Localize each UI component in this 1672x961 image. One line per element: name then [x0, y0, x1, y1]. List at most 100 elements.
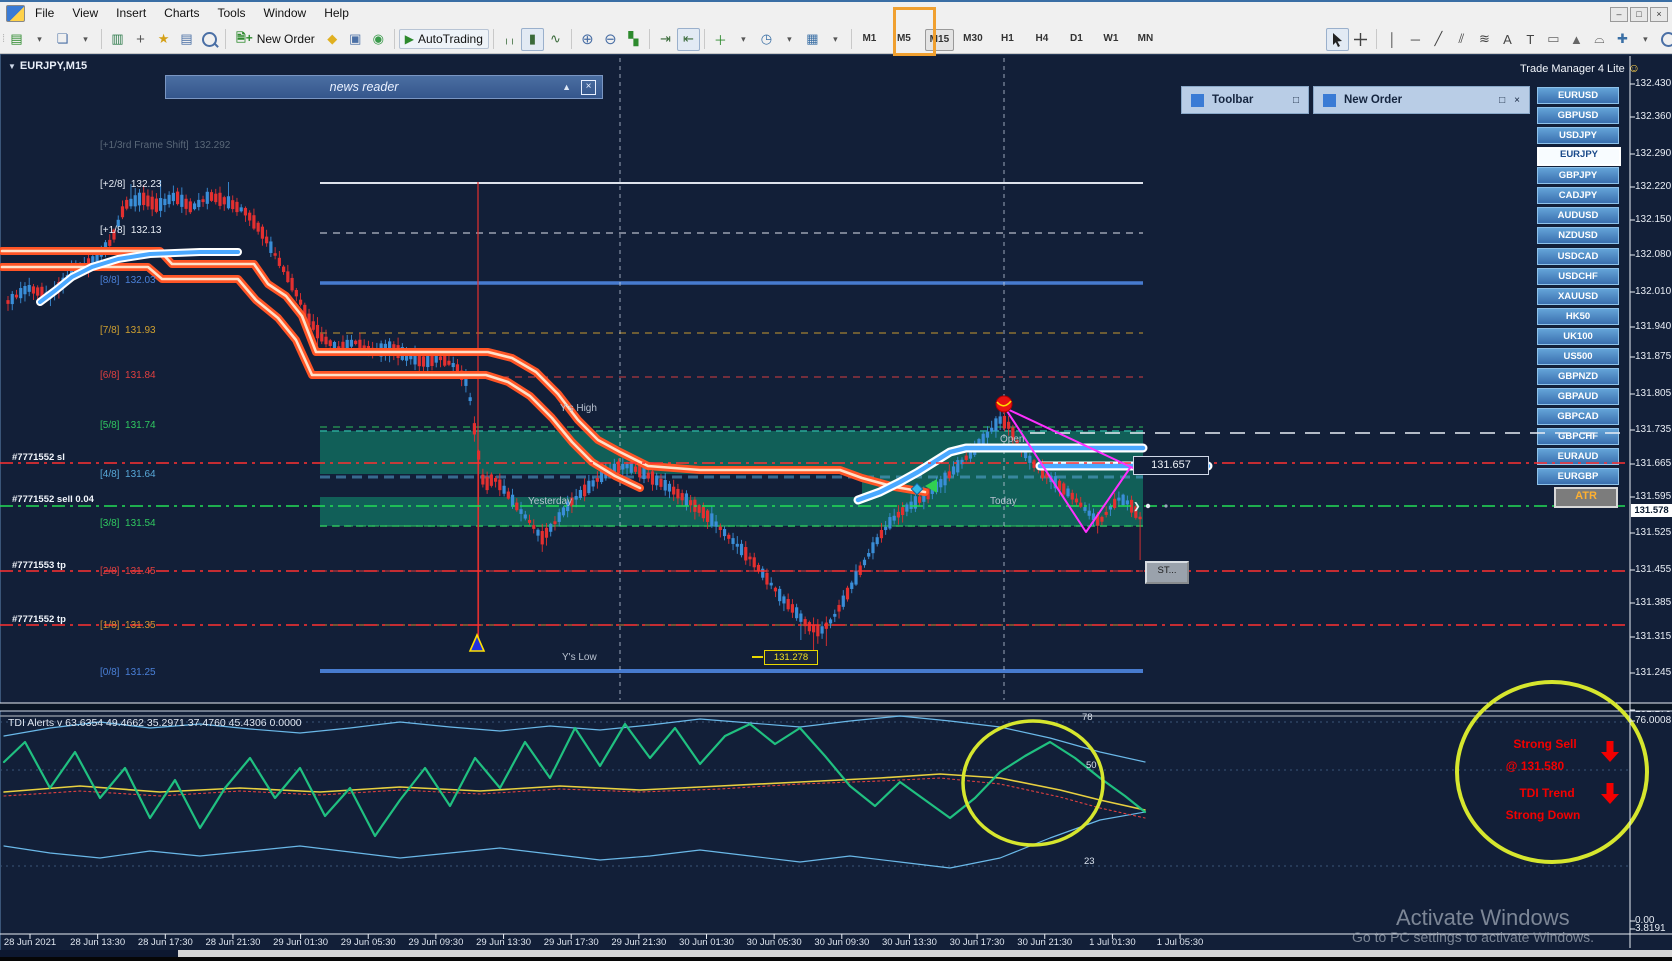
- trendline-icon[interactable]: ╱: [1427, 28, 1450, 51]
- profiles-icon[interactable]: ❏: [51, 28, 74, 51]
- new-chart-dropdown-icon[interactable]: ▾: [28, 28, 51, 51]
- menu-item-file[interactable]: File: [26, 2, 63, 20]
- timeframe-button-d1[interactable]: D1: [1063, 29, 1090, 49]
- expert-icon[interactable]: ▣: [344, 28, 367, 51]
- symbol-button-eurjpy[interactable]: EURJPY: [1537, 147, 1621, 167]
- symbol-button-gbpaud[interactable]: GBPAUD: [1537, 388, 1619, 406]
- navigator-icon[interactable]: ★: [152, 28, 175, 51]
- atr-button[interactable]: ATR: [1554, 487, 1618, 508]
- metaeditor-icon[interactable]: ◆: [321, 28, 344, 51]
- signal-strong-sell: Strong Sell: [1513, 737, 1577, 751]
- symbol-button-gbpusd[interactable]: GBPUSD: [1537, 107, 1619, 125]
- symbol-button-eurgbp[interactable]: EURGBP: [1537, 468, 1619, 486]
- zoom-in-icon[interactable]: ⊕: [576, 28, 599, 51]
- symbol-button-gbpchf[interactable]: GBPCHF: [1537, 428, 1619, 446]
- symbol-button-hk50[interactable]: HK50: [1537, 307, 1619, 325]
- periods-icon[interactable]: ◷: [755, 28, 778, 51]
- st-button[interactable]: ST...: [1145, 561, 1189, 584]
- fibo-fan-icon[interactable]: ⌓: [1588, 28, 1611, 51]
- cursor-icon[interactable]: [1325, 27, 1349, 51]
- line-chart-type-icon[interactable]: ∿: [544, 28, 567, 51]
- bar-chart-type-icon[interactable]: ╷╷: [498, 28, 521, 51]
- symbol-button-xauusd[interactable]: XAUUSD: [1537, 287, 1619, 305]
- data-window-icon[interactable]: +: [129, 28, 152, 51]
- watermark-line1: Activate Windows: [1396, 905, 1570, 930]
- fibonacci-icon[interactable]: ≋: [1473, 28, 1496, 51]
- symbol-button-usdchf[interactable]: USDCHF: [1537, 267, 1619, 285]
- menu-item-help[interactable]: Help: [315, 2, 358, 20]
- symbol-button-us500[interactable]: US500: [1537, 347, 1619, 365]
- autotrading-button[interactable]: ▶ AutoTrading: [398, 29, 489, 49]
- chart-shift-icon[interactable]: ⇤: [676, 27, 700, 51]
- terminal-icon[interactable]: ▤: [175, 28, 198, 51]
- yesterday-low-tick: [752, 656, 763, 658]
- symbol-button-eurusd[interactable]: EURUSD: [1537, 87, 1619, 104]
- candlestick-type-icon[interactable]: ▮: [520, 27, 544, 51]
- timeframe-button-m30[interactable]: M30: [959, 29, 986, 49]
- menu-item-window[interactable]: Window: [255, 2, 316, 20]
- chart-symbol-label[interactable]: ▼ EURJPY,M15: [8, 60, 87, 72]
- news-reader-panel[interactable]: news reader ▲ ×: [165, 75, 603, 99]
- tile-windows-icon[interactable]: ▚: [622, 28, 645, 51]
- strategy-tester-icon[interactable]: [198, 28, 221, 51]
- arrows-dropdown-icon[interactable]: ▾: [1634, 28, 1657, 51]
- minimized-window-new-order[interactable]: New Order □ ×: [1313, 86, 1530, 114]
- search-icon[interactable]: [1657, 28, 1672, 51]
- zoom-out-icon[interactable]: ⊖: [599, 28, 622, 51]
- horizontal-line-icon[interactable]: ─: [1404, 28, 1427, 51]
- horizontal-scrollbar[interactable]: [0, 950, 1672, 957]
- market-watch-icon[interactable]: ▥: [106, 28, 129, 51]
- symbol-button-gbpjpy[interactable]: GBPJPY: [1537, 167, 1619, 185]
- templates-icon[interactable]: ▦: [801, 28, 824, 51]
- new-chart-icon[interactable]: ▤: [5, 28, 28, 51]
- timeframe-button-m1[interactable]: M1: [856, 29, 883, 49]
- symbol-button-cadjpy[interactable]: CADJPY: [1537, 187, 1619, 205]
- close-icon[interactable]: ×: [1650, 7, 1668, 22]
- channel-icon[interactable]: ⫽: [1450, 28, 1473, 51]
- menu-item-insert[interactable]: Insert: [107, 2, 155, 20]
- toolbar-grip[interactable]: ⁞: [2, 33, 5, 45]
- app-logo-icon: [6, 5, 25, 22]
- restore-icon[interactable]: □: [1499, 95, 1505, 106]
- vertical-line-icon[interactable]: │: [1381, 28, 1404, 51]
- symbol-button-audusd[interactable]: AUDUSD: [1537, 207, 1619, 225]
- window-title: Toolbar: [1212, 94, 1254, 106]
- minimize-icon[interactable]: –: [1610, 7, 1628, 22]
- auto-scroll-icon[interactable]: ⇥: [654, 28, 677, 51]
- crosshair-icon[interactable]: [1349, 28, 1372, 51]
- restore-icon[interactable]: □: [1293, 95, 1299, 106]
- timeframe-button-h1[interactable]: H1: [994, 29, 1021, 49]
- profiles-dropdown-icon[interactable]: ▾: [74, 28, 97, 51]
- arrows-tool-icon[interactable]: ✚: [1611, 28, 1634, 51]
- alerts-icon[interactable]: ◉: [367, 28, 390, 51]
- indicators-dropdown-icon[interactable]: ▾: [732, 28, 755, 51]
- menu-item-charts[interactable]: Charts: [155, 2, 208, 20]
- symbol-button-nzdusd[interactable]: NZDUSD: [1537, 227, 1619, 245]
- menu-item-view[interactable]: View: [63, 2, 107, 20]
- symbol-button-uk100[interactable]: UK100: [1537, 327, 1619, 345]
- minimized-window-toolbar[interactable]: Toolbar □: [1181, 86, 1309, 114]
- symbol-button-usdjpy[interactable]: USDJPY: [1537, 127, 1619, 145]
- rectangle-icon[interactable]: ▭: [1542, 28, 1565, 51]
- templates-dropdown-icon[interactable]: ▾: [824, 28, 847, 51]
- text-icon[interactable]: A: [1496, 28, 1519, 51]
- indicators-icon[interactable]: ＋: [709, 28, 732, 51]
- text-label-icon[interactable]: T: [1519, 28, 1542, 51]
- timeframe-button-mn[interactable]: MN: [1132, 29, 1159, 49]
- symbol-button-gbpcad[interactable]: GBPCAD: [1537, 408, 1619, 426]
- timeframe-button-h4[interactable]: H4: [1028, 29, 1055, 49]
- close-icon[interactable]: ×: [1514, 95, 1520, 106]
- symbol-button-gbpnzd[interactable]: GBPNZD: [1537, 367, 1619, 385]
- periods-dropdown-icon[interactable]: ▾: [778, 28, 801, 51]
- symbol-button-euraud[interactable]: EURAUD: [1537, 448, 1619, 466]
- new-order-button[interactable]: 🗎+ New Order: [230, 26, 321, 53]
- menu-item-tools[interactable]: Tools: [209, 2, 255, 20]
- close-icon[interactable]: ×: [581, 79, 596, 95]
- timeframe-button-w1[interactable]: W1: [1097, 29, 1124, 49]
- triangle-icon[interactable]: ▲: [1565, 28, 1588, 51]
- toolbar-separator: [393, 29, 395, 49]
- price-axis-label: 131.595: [1635, 491, 1672, 502]
- restore-icon[interactable]: □: [1630, 7, 1648, 22]
- collapse-icon[interactable]: ▲: [562, 82, 571, 92]
- symbol-button-usdcad[interactable]: USDCAD: [1537, 247, 1619, 265]
